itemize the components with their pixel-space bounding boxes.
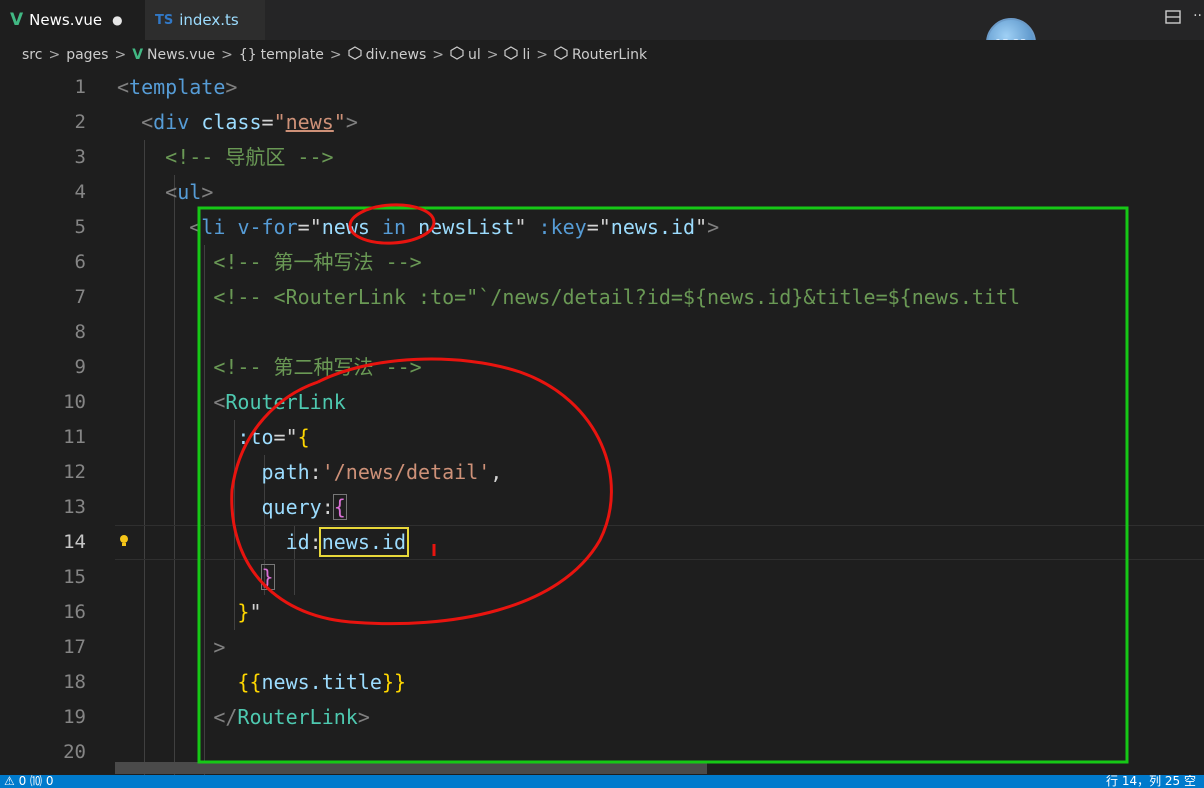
vue-icon: V [132, 47, 144, 63]
line-number: 6 [74, 251, 86, 273]
breadcrumb-separator: > [48, 47, 61, 63]
breadcrumb-item[interactable]: ul [468, 47, 481, 63]
status-bar: ⚠ 0 ⑽ 0 行 14，列 25 空 [0, 775, 1204, 788]
code-line-current: 14 id:news.id [0, 525, 1204, 560]
problems-indicator[interactable]: ⚠ 0 ⑽ 0 [4, 775, 53, 788]
code-line: 15 } [0, 560, 1204, 595]
line-number: 8 [74, 321, 86, 343]
code-text: <!-- <RouterLink :to="`/news/detail?id=$… [117, 285, 1021, 309]
line-number: 7 [74, 286, 86, 308]
code-text: <li v-for="news in newsList" :key="news.… [189, 215, 720, 239]
breadcrumb-item[interactable]: src [22, 47, 42, 63]
line-number: 14 [63, 531, 86, 553]
template-symbol-icon: {} [238, 47, 257, 63]
code-text: path:'/news/detail', [261, 460, 503, 484]
line-number: 15 [63, 566, 86, 588]
code-text: <ul> [165, 180, 214, 204]
breadcrumb-separator: > [432, 47, 444, 63]
code-text: id:news.id [285, 527, 410, 557]
code-text: </RouterLink> [213, 705, 370, 729]
breadcrumb-item[interactable]: RouterLink [572, 47, 647, 63]
vue-icon: V [10, 10, 24, 30]
breadcrumb-item[interactable]: li [522, 47, 530, 63]
line-number: 5 [74, 216, 86, 238]
line-number: 18 [63, 671, 86, 693]
breadcrumb: src > pages > V News.vue > {} template >… [0, 40, 1204, 70]
cursor-position[interactable]: 行 14，列 25 空 [1106, 775, 1196, 788]
breadcrumb-separator: > [486, 47, 499, 63]
code-line: 1 <template> [0, 70, 1204, 105]
line-number: 19 [63, 706, 86, 728]
code-text: {{news.title}} [237, 670, 407, 694]
breadcrumb-separator: > [114, 47, 127, 63]
code-text: <RouterLink [213, 390, 346, 414]
tab-label: News.vue [29, 11, 103, 29]
element-symbol-icon [347, 46, 362, 64]
code-line: 11 :to="{ [0, 420, 1204, 455]
code-text: } [260, 564, 275, 590]
code-line: 8 [0, 315, 1204, 350]
code-line: 4 <ul> [0, 175, 1204, 210]
line-number: 1 [74, 76, 86, 98]
code-line: 10 <RouterLink [0, 385, 1204, 420]
element-symbol-icon [450, 46, 464, 64]
line-number: 12 [63, 461, 86, 483]
code-text: <div class="news"> [141, 110, 358, 134]
breadcrumb-item[interactable]: template [261, 47, 324, 63]
breadcrumb-separator: > [536, 47, 548, 63]
element-symbol-icon [504, 46, 519, 64]
code-text: :to="{ [237, 425, 310, 449]
code-line: 7 <!-- <RouterLink :to="`/news/detail?id… [0, 280, 1204, 315]
line-number: 17 [63, 636, 86, 658]
breadcrumb-item[interactable]: div.news [366, 47, 427, 63]
code-line: 2 <div class="news"> [0, 105, 1204, 140]
code-text: }" [237, 600, 262, 624]
code-text: <!-- 第二种写法 --> [117, 355, 422, 379]
tab-news-vue[interactable]: V News.vue ● [0, 0, 145, 40]
more-actions-icon[interactable]: ·· [1193, 8, 1202, 24]
split-editor-icon[interactable] [1164, 8, 1182, 26]
line-number: 4 [74, 181, 86, 203]
code-line: 3 <!-- 导航区 --> [0, 140, 1204, 175]
line-number: 13 [63, 496, 86, 518]
code-line: 5 <li v-for="news in newsList" :key="new… [0, 210, 1204, 245]
breadcrumb-item[interactable]: pages [66, 47, 108, 63]
code-line: 13 query:{ [0, 490, 1204, 525]
breadcrumb-separator: > [329, 47, 342, 63]
line-number: 9 [74, 356, 86, 378]
code-text: > [213, 635, 226, 659]
line-number: 20 [63, 741, 86, 763]
code-text: <template> [117, 75, 238, 99]
code-text: <!-- 导航区 --> [117, 145, 334, 169]
code-editor[interactable]: 1 <template> 2 <div class="news"> 3 <!--… [0, 70, 1204, 775]
tab-label: index.ts [179, 11, 239, 29]
element-symbol-icon [554, 46, 568, 64]
breadcrumb-separator: > [221, 47, 233, 63]
code-line: 18 {{news.title}} [0, 665, 1204, 700]
line-number: 10 [63, 391, 86, 413]
code-line: 6 <!-- 第一种写法 --> [0, 245, 1204, 280]
line-number: 11 [63, 426, 86, 448]
code-line: 9 <!-- 第二种写法 --> [0, 350, 1204, 385]
line-number: 2 [74, 111, 86, 133]
code-line: 16 }" [0, 595, 1204, 630]
line-number: 3 [74, 146, 86, 168]
unsaved-dot-icon[interactable]: ● [112, 13, 122, 27]
code-text: <!-- 第一种写法 --> [117, 250, 422, 274]
code-text: query:{ [261, 494, 347, 520]
code-line: 17 > [0, 630, 1204, 665]
horizontal-scrollbar[interactable] [115, 762, 707, 774]
line-number: 16 [63, 601, 86, 623]
code-line: 19 </RouterLink> [0, 700, 1204, 735]
tab-index-ts[interactable]: TS index.ts [145, 0, 265, 40]
typescript-icon: TS [155, 12, 174, 28]
breadcrumb-item[interactable]: News.vue [147, 47, 215, 63]
code-line: 12 path:'/news/detail', [0, 455, 1204, 490]
